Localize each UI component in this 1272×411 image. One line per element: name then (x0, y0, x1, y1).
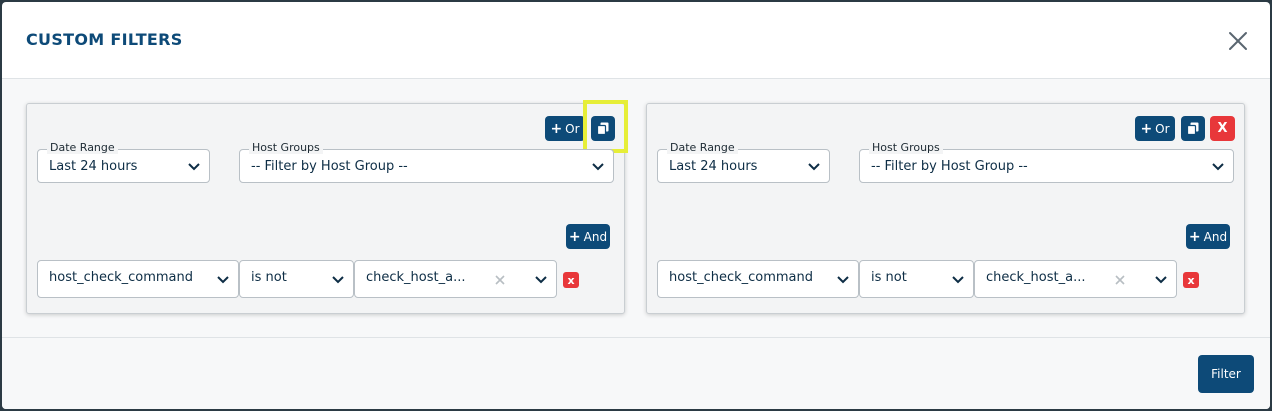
chevron-down-icon (1155, 276, 1167, 284)
plus-icon: + (550, 120, 563, 137)
add-and-button[interactable]: + And (1186, 224, 1230, 249)
date-range-select[interactable]: Last 24 hours (657, 149, 830, 183)
close-button[interactable] (1226, 29, 1250, 53)
add-and-button[interactable]: + And (566, 224, 610, 249)
host-groups-label: Host Groups (869, 141, 943, 154)
filter-group-panel-1: + Or Date Range Last 24 hours Host Group… (26, 100, 628, 314)
date-range-label: Date Range (47, 141, 118, 154)
add-or-button[interactable]: + Or (545, 116, 585, 141)
duplicate-button[interactable] (1181, 116, 1205, 141)
host-groups-label: Host Groups (249, 141, 323, 154)
chevron-down-icon (808, 163, 820, 171)
condition-value: check_host_a... (366, 270, 466, 285)
chevron-down-icon (535, 276, 547, 284)
condition-field-select[interactable]: host_check_command (37, 260, 239, 298)
or-label: Or (565, 121, 580, 136)
modal-body: + Or Date Range Last 24 hours Host Group… (2, 79, 1270, 337)
close-icon (1229, 32, 1247, 50)
condition-field-value: host_check_command (669, 270, 814, 285)
condition-operator-value: is not (871, 270, 907, 285)
or-label: Or (1155, 121, 1170, 136)
condition-operator-value: is not (251, 270, 287, 285)
chevron-down-icon (217, 276, 229, 284)
plus-icon: + (1188, 228, 1201, 245)
modal-title: CUSTOM FILTERS (26, 30, 183, 49)
host-groups-value: -- Filter by Host Group -- (871, 159, 1028, 174)
delete-group-button[interactable]: X (1210, 116, 1235, 141)
and-label: And (583, 229, 608, 244)
custom-filters-modal: CUSTOM FILTERS + Or Date Range Last 24 h… (2, 2, 1270, 409)
chevron-down-icon (188, 163, 200, 171)
clear-icon[interactable] (1114, 274, 1126, 286)
and-label: And (1203, 229, 1228, 244)
condition-value: check_host_a... (986, 270, 1086, 285)
plus-icon: + (1140, 120, 1153, 137)
chevron-down-icon (592, 163, 604, 171)
duplicate-button[interactable] (591, 116, 615, 141)
chevron-down-icon (837, 276, 849, 284)
date-range-value: Last 24 hours (49, 159, 138, 174)
filter-group-panel-2: + Or X Date Range Last 24 hours Host Gro… (646, 103, 1245, 314)
chevron-down-icon (952, 276, 964, 284)
add-or-button[interactable]: + Or (1135, 116, 1175, 141)
host-groups-select[interactable]: -- Filter by Host Group -- (859, 149, 1234, 183)
date-range-select[interactable]: Last 24 hours (37, 149, 210, 183)
condition-operator-select[interactable]: is not (239, 260, 354, 298)
condition-field-value: host_check_command (49, 270, 194, 285)
host-groups-value: -- Filter by Host Group -- (251, 159, 408, 174)
delete-condition-button[interactable]: x (1183, 272, 1199, 288)
date-range-value: Last 24 hours (669, 159, 758, 174)
modal-header: CUSTOM FILTERS (2, 2, 1270, 79)
clear-icon[interactable] (494, 274, 506, 286)
condition-value-select[interactable]: check_host_a... (354, 260, 557, 298)
plus-icon: + (568, 228, 581, 245)
condition-field-select[interactable]: host_check_command (657, 260, 859, 298)
modal-footer: Filter (2, 337, 1270, 409)
copy-icon (1187, 122, 1199, 135)
filter-button[interactable]: Filter (1198, 355, 1254, 393)
copy-icon (597, 122, 609, 135)
delete-condition-button[interactable]: x (563, 272, 579, 288)
host-groups-select[interactable]: -- Filter by Host Group -- (239, 149, 614, 183)
condition-operator-select[interactable]: is not (859, 260, 974, 298)
condition-value-select[interactable]: check_host_a... (974, 260, 1177, 298)
chevron-down-icon (332, 276, 344, 284)
date-range-label: Date Range (667, 141, 738, 154)
chevron-down-icon (1212, 163, 1224, 171)
